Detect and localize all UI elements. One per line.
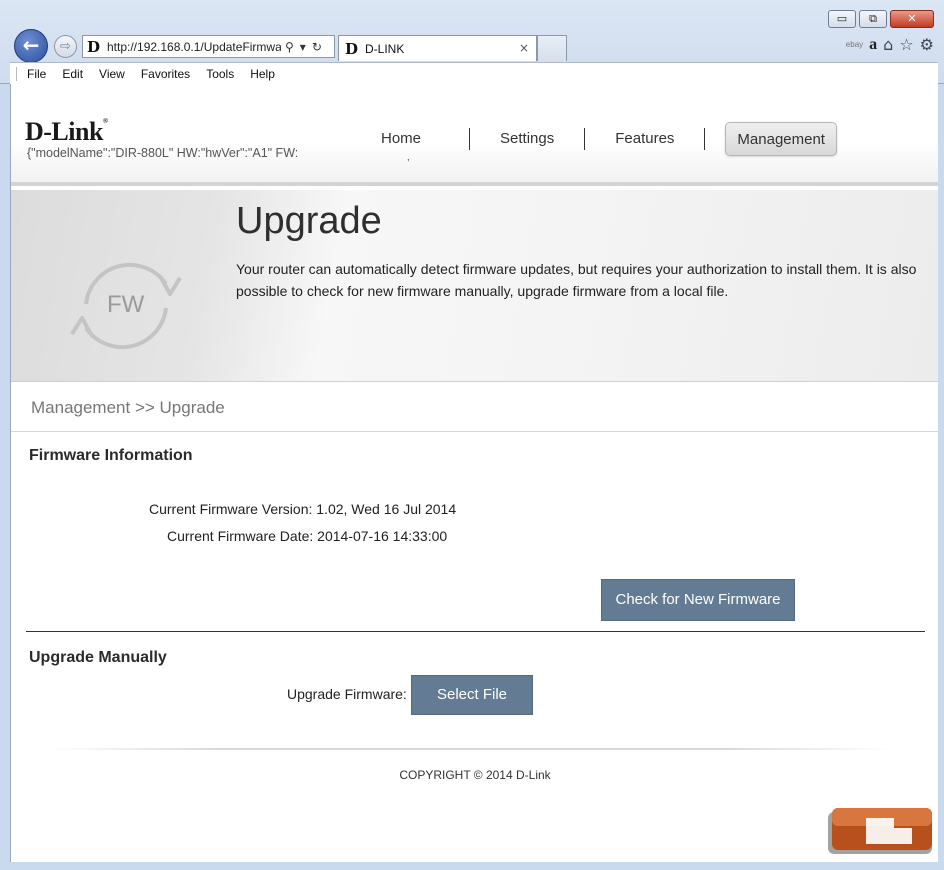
search-icon[interactable]: ⚲ bbox=[285, 40, 294, 54]
menu-tools[interactable]: Tools bbox=[206, 67, 234, 81]
site-favicon-icon: D bbox=[87, 37, 101, 56]
menu-bar: File Edit View Favorites Tools Help bbox=[10, 62, 938, 84]
url-text[interactable]: http://192.168.0.1/UpdateFirmware.html bbox=[107, 40, 281, 54]
nav-management[interactable]: Management bbox=[725, 122, 837, 156]
upgrade-banner: FW Upgrade Your router can automatically… bbox=[11, 190, 938, 382]
dropdown-icon[interactable]: ▾ bbox=[300, 40, 306, 54]
forward-button[interactable]: ⇨ bbox=[54, 35, 77, 58]
firmware-version-row: Current Firmware Version: 1.02, Wed 16 J… bbox=[149, 501, 456, 517]
gear-icon[interactable]: ⚙ bbox=[920, 35, 934, 54]
tab-favicon-icon: D bbox=[345, 39, 359, 58]
arrow-right-icon: ⇨ bbox=[60, 39, 71, 54]
menu-edit[interactable]: Edit bbox=[62, 67, 83, 81]
restore-button[interactable]: ⧉ bbox=[859, 10, 887, 28]
arrow-left-icon: ← bbox=[22, 33, 40, 57]
select-file-button[interactable]: Select File bbox=[411, 675, 533, 715]
fw-label: FW bbox=[107, 291, 145, 318]
breadcrumb-bar: Management >> Upgrade bbox=[11, 382, 938, 432]
address-bar-icons: ⚲ ▾ ↻ bbox=[285, 40, 322, 54]
home-icon[interactable]: ⌂ bbox=[883, 35, 893, 54]
menu-file[interactable]: File bbox=[27, 67, 46, 81]
main-nav: Home Settings Features Management bbox=[351, 122, 837, 156]
menu-help[interactable]: Help bbox=[250, 67, 275, 81]
nav-settings[interactable]: Settings bbox=[470, 122, 584, 156]
upgrade-manually-title: Upgrade Manually bbox=[29, 649, 167, 666]
browser-chrome: ▭ ⧉ ✕ ← ⇨ D http://192.168.0.1/UpdateFir… bbox=[0, 0, 944, 84]
amazon-icon[interactable]: a bbox=[869, 36, 877, 54]
check-new-firmware-button[interactable]: Check for New Firmware bbox=[601, 579, 795, 621]
page-description: Your router can automatically detect fir… bbox=[236, 261, 917, 299]
page-title: Upgrade bbox=[236, 200, 382, 242]
menu-view[interactable]: View bbox=[99, 67, 125, 81]
section-divider bbox=[26, 631, 925, 632]
firmware-date-label: Current Firmware Date: bbox=[167, 528, 314, 544]
back-button[interactable]: ← bbox=[14, 29, 48, 63]
menu-separator bbox=[16, 66, 17, 81]
new-tab-button[interactable] bbox=[537, 35, 567, 61]
model-info: {"modelName":"DIR-880L" HW:"hwVer":"A1" … bbox=[27, 146, 299, 160]
star-icon[interactable]: ☆ bbox=[899, 35, 913, 54]
firmware-date-value: 2014-07-16 14:33:00 bbox=[317, 528, 448, 544]
firmware-date-row: Current Firmware Date: 2014-07-16 14:33:… bbox=[167, 528, 447, 544]
tab-title: D-LINK bbox=[365, 41, 405, 56]
dlink-logo: D-Link® bbox=[25, 117, 108, 146]
address-bar[interactable]: D http://192.168.0.1/UpdateFirmware.html… bbox=[82, 35, 335, 58]
window-controls: ▭ ⧉ ✕ bbox=[828, 10, 934, 28]
site-header: D-Link® {"modelName":"DIR-880L" HW:"hwVe… bbox=[11, 84, 938, 186]
footer-divider bbox=[51, 748, 891, 750]
nav-home[interactable]: Home bbox=[351, 122, 469, 156]
ebay-icon[interactable]: ebay bbox=[846, 40, 863, 49]
nav-features[interactable]: Features bbox=[585, 122, 704, 156]
firmware-version-value: 1.02, Wed 16 Jul 2014 bbox=[316, 501, 457, 517]
menu-favorites[interactable]: Favorites bbox=[141, 67, 190, 81]
copyright: COPYRIGHT © 2014 D-Link bbox=[399, 768, 551, 782]
minimize-button[interactable]: ▭ bbox=[828, 10, 856, 28]
browser-tab[interactable]: D D-LINK × bbox=[338, 35, 537, 61]
page-viewport: D-Link® {"modelName":"DIR-880L" HW:"hwVe… bbox=[10, 84, 938, 862]
close-window-button[interactable]: ✕ bbox=[890, 10, 934, 28]
browser-toolbar: ebay a ⌂ ☆ ⚙ bbox=[846, 35, 934, 54]
window-frame-bottom bbox=[0, 862, 944, 870]
nav-divider bbox=[704, 128, 706, 150]
refresh-icon[interactable]: ↻ bbox=[312, 40, 322, 54]
breadcrumb: Management >> Upgrade bbox=[31, 398, 225, 417]
upgrade-firmware-label: Upgrade Firmware: bbox=[287, 686, 407, 702]
firmware-info-title: Firmware Information bbox=[29, 447, 193, 464]
firmware-version-label: Current Firmware Version: bbox=[149, 501, 313, 517]
site-watermark-logo bbox=[828, 808, 932, 854]
tab-close-icon[interactable]: × bbox=[519, 41, 529, 55]
